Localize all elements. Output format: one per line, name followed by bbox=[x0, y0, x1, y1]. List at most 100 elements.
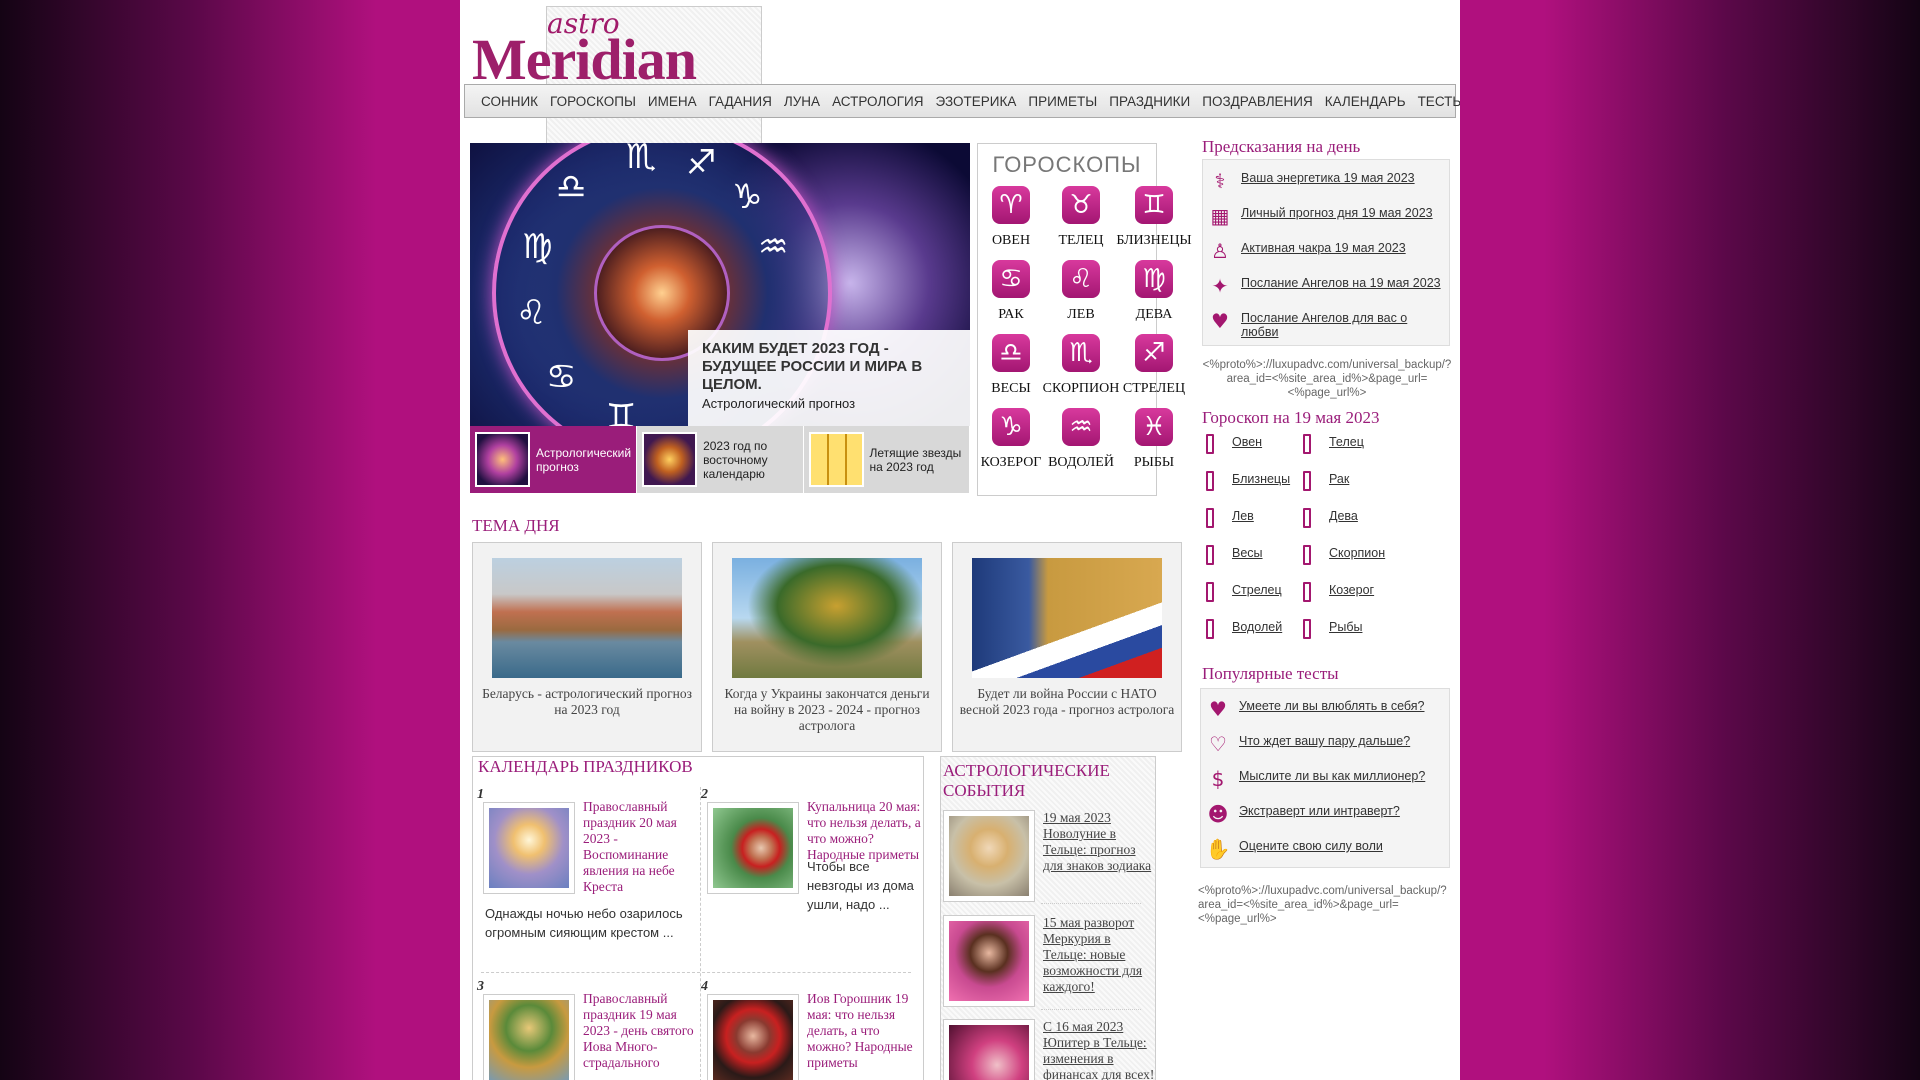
zodiac-scorpio[interactable]: ♏ СКОРПИОН bbox=[1043, 334, 1119, 408]
zodiac-gemini[interactable]: ♊ БЛИЗНЕЦЫ bbox=[1116, 186, 1192, 260]
event-thumbnail[interactable] bbox=[943, 810, 1035, 902]
hero-tab-label: Летящие звезды на 2023 год bbox=[869, 445, 962, 474]
daily-link[interactable]: Близнецы bbox=[1232, 471, 1290, 486]
daily-item: Лев bbox=[1202, 508, 1299, 545]
zodiac-sagittarius[interactable]: ♐ СТРЕЛЕЦ bbox=[1116, 334, 1192, 408]
zodiac-aquarius[interactable]: ♒ ВОДОЛЕЙ bbox=[1046, 408, 1116, 482]
hero-tab-flying-stars[interactable]: Летящие звезды на 2023 год bbox=[804, 426, 970, 493]
sign-marker-icon bbox=[1206, 508, 1214, 528]
wand-icon: ✦ bbox=[1211, 274, 1229, 298]
daily-horoscope-title: Гороскоп на 19 мая 2023 bbox=[1202, 408, 1380, 427]
item-link[interactable]: Иов Горошник 19 мая: что нельзя делать, … bbox=[807, 991, 925, 1071]
zodiac-capricorn[interactable]: ♑ КОЗЕРОГ bbox=[976, 408, 1046, 482]
item-link[interactable]: Купальница 20 мая: что нельзя делать, а … bbox=[807, 799, 925, 863]
item-link[interactable]: Православный праздник 20 мая 2023 - Восп… bbox=[583, 799, 701, 895]
zodiac-taurus[interactable]: ♉ ТЕЛЕЦ bbox=[1046, 186, 1116, 260]
theme-card[interactable]: Когда у Украины закончатся деньги на вой… bbox=[712, 542, 942, 752]
nav-greetings[interactable]: ПОЗДРАВЛЕНИЯ bbox=[1196, 94, 1319, 109]
theme-card[interactable]: Беларусь - астрологический прогноз на 20… bbox=[472, 542, 702, 752]
right-sidebar: Предсказания на день ⚕ Ваша энергетика 19… bbox=[1202, 137, 1454, 656]
sign-marker-icon bbox=[1303, 434, 1311, 454]
wheel-sign-icon: ♎ bbox=[556, 167, 587, 207]
virgo-icon: ♍ bbox=[1135, 260, 1173, 298]
prediction-link[interactable]: Ваша энергетика 19 мая 2023 bbox=[1241, 168, 1415, 185]
energy-icon: ⚕ bbox=[1214, 169, 1226, 193]
hero-caption[interactable]: КАКИМ БУДЕТ 2023 ГОД - БУДУЩЕЕ РОССИИ И … bbox=[688, 330, 970, 426]
daily-link[interactable]: Рыбы bbox=[1329, 619, 1362, 634]
card-caption[interactable]: Когда у Украины закончатся деньги на вой… bbox=[713, 686, 941, 734]
hero-image[interactable]: ♏ ♎ ♐ ♑ ♒ ♍ ♌ ♋ ♊ КАКИМ БУДЕТ 2023 ГОД -… bbox=[470, 143, 970, 426]
test-item: ♥ Умеете ли вы влюблять в себя? bbox=[1201, 693, 1449, 728]
nav-divination[interactable]: ГАДАНИЯ bbox=[703, 94, 778, 109]
nav-tests[interactable]: ТЕСТЫ bbox=[1412, 94, 1460, 109]
daily-item: Водолей bbox=[1202, 619, 1299, 656]
daily-link[interactable]: Лев bbox=[1232, 508, 1254, 523]
prediction-link[interactable]: Личный прогноз дня 19 мая 2023 bbox=[1241, 203, 1433, 220]
prediction-link[interactable]: Послание Ангелов для вас о любви bbox=[1241, 308, 1445, 339]
event-link[interactable]: 19 мая 2023 Новолуние в Тельце: прогноз … bbox=[1043, 810, 1155, 874]
astro-events: АСТРОЛОГИЧЕСКИЕ СОБЫТИЯ 19 мая 2023 Ново… bbox=[940, 756, 1156, 1080]
event-link[interactable]: 15 мая разворот Меркурия в Тельце: новые… bbox=[1043, 915, 1155, 995]
test-link[interactable]: Оцените свою силу воли bbox=[1239, 836, 1383, 853]
nav-sonnik[interactable]: СОННИК bbox=[475, 94, 544, 109]
item-thumbnail[interactable] bbox=[707, 994, 799, 1080]
zodiac-virgo[interactable]: ♍ ДЕВА bbox=[1116, 260, 1192, 334]
nav-astrology[interactable]: АСТРОЛОГИЯ bbox=[826, 94, 929, 109]
prediction-link[interactable]: Послание Ангелов на 19 мая 2023 bbox=[1241, 273, 1441, 290]
card-caption[interactable]: Будет ли война России с НАТО весной 2023… bbox=[953, 686, 1181, 718]
test-link[interactable]: Что ждет вашу пару дальше? bbox=[1239, 731, 1410, 748]
nav-holidays[interactable]: ПРАЗДНИКИ bbox=[1103, 94, 1196, 109]
daily-link[interactable]: Водолей bbox=[1232, 619, 1282, 634]
predictions-box: ⚕ Ваша энергетика 19 мая 2023 ▦ Личный про… bbox=[1202, 159, 1450, 346]
hero-tab-astro-forecast[interactable]: Астрологический прогноз bbox=[470, 426, 638, 493]
hero-title[interactable]: КАКИМ БУДЕТ 2023 ГОД - БУДУЩЕЕ РОССИИ И … bbox=[702, 340, 956, 394]
chakra-icon: ♙ bbox=[1211, 239, 1229, 263]
theme-card[interactable]: Будет ли война России с НАТО весной 2023… bbox=[952, 542, 1182, 752]
daily-link[interactable]: Дева bbox=[1329, 508, 1358, 523]
zodiac-pisces[interactable]: ♓ РЫБЫ bbox=[1116, 408, 1192, 482]
item-link[interactable]: Православный праздник 19 мая 2023 - день… bbox=[583, 991, 701, 1071]
item-thumbnail[interactable] bbox=[483, 802, 575, 894]
wheel-sign-icon: ♏ bbox=[626, 143, 657, 177]
item-thumbnail[interactable] bbox=[483, 994, 575, 1080]
daily-link[interactable]: Стрелец bbox=[1232, 582, 1282, 597]
sign-marker-icon bbox=[1206, 471, 1214, 491]
nav-names[interactable]: ИМЕНА bbox=[642, 94, 703, 109]
logo[interactable]: astro Meridian bbox=[472, 6, 762, 336]
card-caption[interactable]: Беларусь - астрологический прогноз на 20… bbox=[473, 686, 701, 718]
daily-link[interactable]: Весы bbox=[1232, 545, 1263, 560]
nav-omens[interactable]: ПРИМЕТЫ bbox=[1022, 94, 1103, 109]
hero-tab-eastern-calendar[interactable]: 2023 год по восточному календарю bbox=[637, 426, 804, 493]
nav-esoterics[interactable]: ЭЗОТЕРИКА bbox=[930, 94, 1023, 109]
card-image[interactable] bbox=[492, 558, 682, 678]
nav-horoscopes[interactable]: ГОРОСКОПЫ bbox=[544, 94, 642, 109]
prediction-link[interactable]: Активная чакра 19 мая 2023 bbox=[1241, 238, 1406, 255]
card-image[interactable] bbox=[972, 558, 1162, 678]
test-link[interactable]: Умеете ли вы влюблять в себя? bbox=[1239, 696, 1425, 713]
zodiac-leo[interactable]: ♌ ЛЕВ bbox=[1046, 260, 1116, 334]
wheel-sign-icon: ♐ bbox=[686, 143, 717, 183]
event-thumbnail[interactable] bbox=[943, 1019, 1035, 1080]
zodiac-cancer[interactable]: ♋ РАК bbox=[976, 260, 1046, 334]
event-link[interactable]: С 16 мая 2023 Юпитер в Тельце: изменения… bbox=[1043, 1019, 1155, 1080]
test-link[interactable]: Мыслите ли вы как миллионер? bbox=[1239, 766, 1425, 783]
daily-link[interactable]: Козерог bbox=[1329, 582, 1374, 597]
hero-tabs: Астрологический прогноз 2023 год по вост… bbox=[470, 426, 970, 493]
daily-link[interactable]: Рак bbox=[1329, 471, 1349, 486]
wheel-sign-icon: ♌ bbox=[516, 293, 547, 333]
daily-item: Овен bbox=[1202, 434, 1299, 471]
daily-link[interactable]: Овен bbox=[1232, 434, 1262, 449]
money-icon: $ bbox=[1211, 767, 1225, 791]
test-link[interactable]: Экстраверт или интраверт? bbox=[1239, 801, 1400, 818]
nav-moon[interactable]: ЛУНА bbox=[778, 94, 826, 109]
woman-image bbox=[713, 1000, 793, 1080]
daily-link[interactable]: Скорпион bbox=[1329, 545, 1385, 560]
daily-link[interactable]: Телец bbox=[1329, 434, 1364, 449]
wheel-sign-icon: ♊ bbox=[606, 397, 637, 426]
zodiac-aries[interactable]: ♈ ОВЕН bbox=[976, 186, 1046, 260]
event-thumbnail[interactable] bbox=[943, 915, 1035, 1007]
zodiac-libra[interactable]: ♎ ВЕСЫ bbox=[976, 334, 1046, 408]
item-thumbnail[interactable] bbox=[707, 802, 799, 894]
nav-calendar[interactable]: КАЛЕНДАРЬ bbox=[1319, 94, 1412, 109]
card-image[interactable] bbox=[732, 558, 922, 678]
